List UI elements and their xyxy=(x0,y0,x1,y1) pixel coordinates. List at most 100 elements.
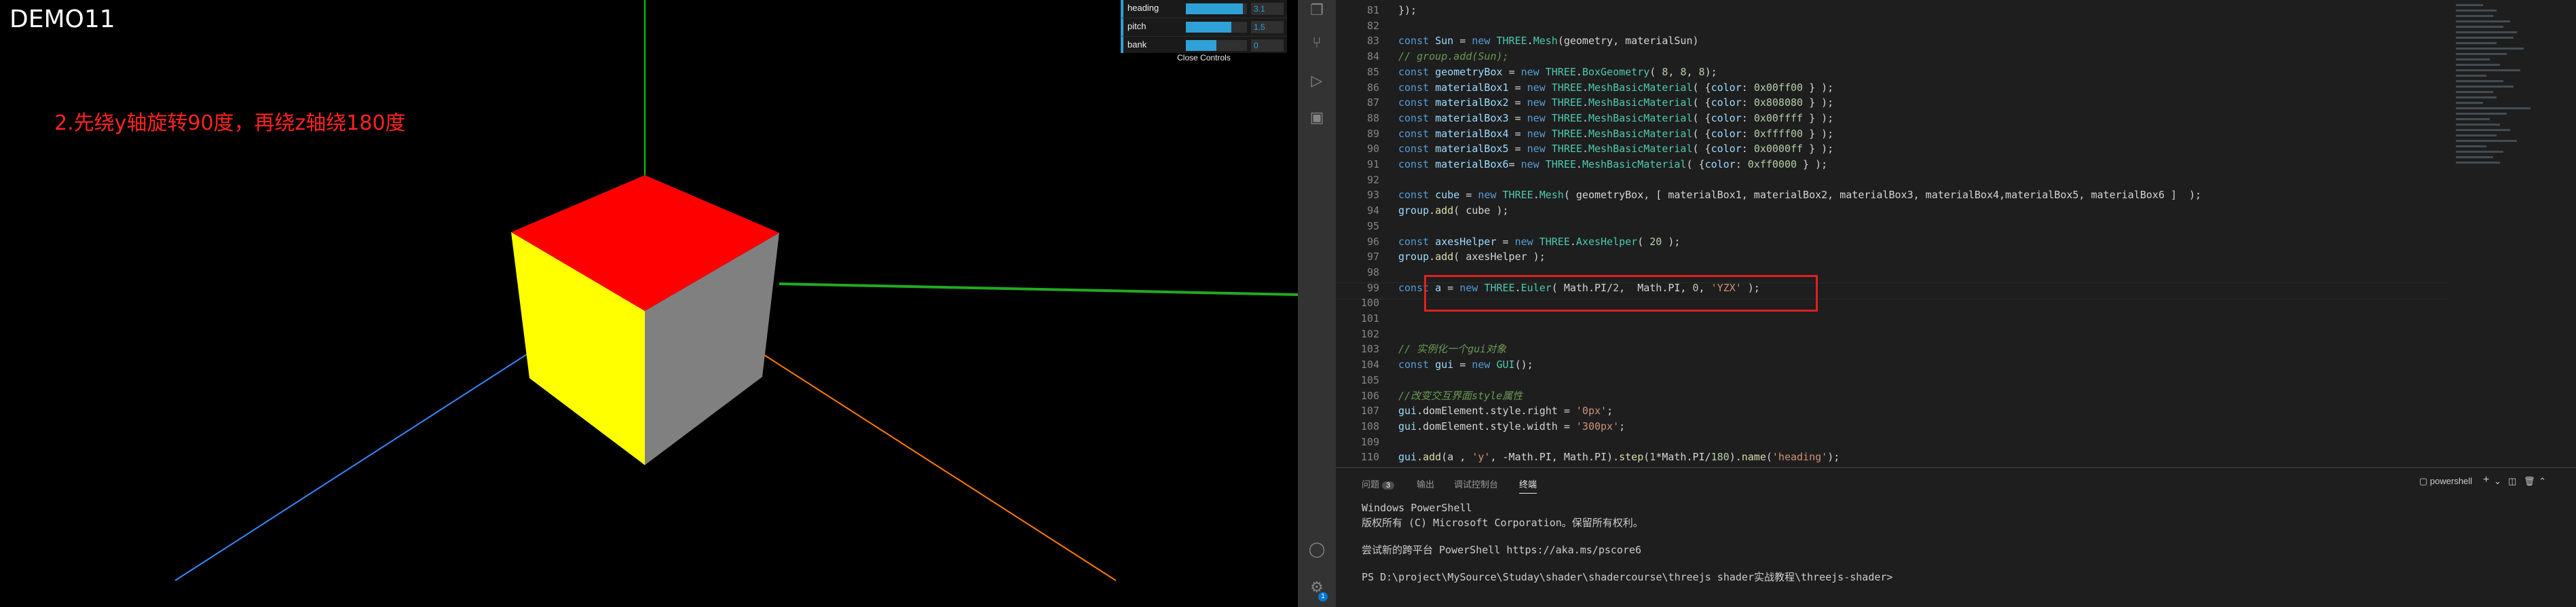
extensions-icon[interactable]: ▣ xyxy=(1307,109,1326,128)
line-number: 103 xyxy=(1360,343,1379,356)
line-number: 100 xyxy=(1360,297,1379,310)
gui-slider[interactable] xyxy=(1186,40,1247,51)
minimap-line xyxy=(2456,80,2503,82)
gui-row-pitch[interactable]: pitch 1.5 xyxy=(1121,18,1287,37)
code-line[interactable]: 102 xyxy=(1336,327,1398,342)
code-line[interactable]: 86 const materialBox1 = new THREE.MeshBas… xyxy=(1336,80,1833,96)
minimap-line xyxy=(2456,48,2524,50)
code-line[interactable]: 100 xyxy=(1336,295,1398,311)
line-number: 81 xyxy=(1366,4,1379,16)
code-line[interactable]: 81}); xyxy=(1336,3,1417,18)
source-control-icon[interactable]: ⑂ xyxy=(1307,34,1326,53)
code-line[interactable]: 109 xyxy=(1336,435,1398,450)
code-line[interactable]: 82 xyxy=(1336,18,1398,34)
line-code: const gui = new GUI(); xyxy=(1398,358,1533,371)
code-line[interactable]: 88 const materialBox3 = new THREE.MeshBas… xyxy=(1336,111,1833,126)
scene-render xyxy=(174,0,1298,581)
trash-icon[interactable]: 🗑 xyxy=(2524,476,2535,487)
line-code: const geometryBox = new THREE.BoxGeometr… xyxy=(1398,65,1717,78)
chevron-down-icon[interactable]: ⌄ xyxy=(2494,476,2501,487)
gui-panel: heading 3.1 pitch 1.5 bank 0 Close Contr… xyxy=(1121,0,1287,64)
code-line[interactable]: 103 // 实例化一个gui对象 xyxy=(1336,342,1506,357)
code-line[interactable]: 84 // group.add(Sun); xyxy=(1336,49,1509,65)
code-line[interactable]: 93 const cube = new THREE.Mesh( geometryB… xyxy=(1336,187,2201,203)
line-number: 110 xyxy=(1360,451,1379,464)
minimap-line xyxy=(2456,15,2493,17)
tab-debug-console[interactable]: 调试控制台 xyxy=(1454,477,1498,490)
line-code: }); xyxy=(1398,4,1417,16)
minimap-line xyxy=(2456,37,2514,39)
vscode-window: ❐ ⑂ ▷ ▣ ◯ ⚙ 1 81}); 82 83 const Sun = new T… xyxy=(1298,0,2576,607)
gui-slider[interactable] xyxy=(1186,22,1247,33)
line-code: const cube = new THREE.Mesh( geometryBox… xyxy=(1398,189,2202,202)
code-line[interactable]: 107 gui.domElement.style.right = '0px'; xyxy=(1336,403,1613,419)
minimap-line xyxy=(2456,134,2497,136)
gui-number-input[interactable]: 3.1 xyxy=(1251,3,1284,15)
minimap-line xyxy=(2456,75,2486,77)
code-line[interactable]: 91 const materialBox6= new THREE.MeshBasi… xyxy=(1336,157,1827,172)
close-controls-button[interactable]: Close Controls xyxy=(1121,53,1287,64)
code-line[interactable]: 110 gui.add(a , 'y', -Math.PI, Math.PI).s… xyxy=(1336,449,1840,465)
gui-row-heading[interactable]: heading 3.1 xyxy=(1121,0,1287,18)
tab-output[interactable]: 输出 xyxy=(1417,477,1434,490)
code-line[interactable]: 89 const materialBox4 = new THREE.MeshBas… xyxy=(1336,126,1833,142)
gui-row-bank[interactable]: bank 0 xyxy=(1121,37,1287,55)
line-code: const materialBox6= new THREE.MeshBasicM… xyxy=(1398,158,1828,170)
account-icon[interactable]: ◯ xyxy=(1307,540,1326,559)
minimap-line xyxy=(2456,118,2490,120)
new-terminal-icon[interactable]: + xyxy=(2483,474,2489,486)
minimap-line xyxy=(2456,53,2507,55)
tab-terminal[interactable]: 终端 xyxy=(1519,477,1537,494)
terminal-line: 尝试新的跨平台 PowerShell https://aka.ms/pscore… xyxy=(1362,544,1642,556)
code-line[interactable]: 98 xyxy=(1336,265,1398,280)
minimap-line xyxy=(2456,10,2497,12)
line-code: //改变交互界面style属性 xyxy=(1398,389,1523,402)
terminal-shell-selector[interactable]: ▢ powershell xyxy=(2419,476,2472,487)
line-code: // group.add(Sun); xyxy=(1398,50,1509,63)
minimap-line xyxy=(2456,124,2500,126)
code-line[interactable]: 90 const materialBox5 = new THREE.MeshBas… xyxy=(1336,141,1833,157)
line-code: // 实例化一个gui对象 xyxy=(1398,343,1507,356)
line-number: 82 xyxy=(1366,19,1379,32)
gui-label: pitch xyxy=(1127,21,1146,31)
code-line[interactable]: 104 const gui = new GUI(); xyxy=(1336,357,1533,373)
chevron-up-icon[interactable]: ⌃ xyxy=(2539,476,2546,487)
minimap-line xyxy=(2456,107,2531,109)
code-line[interactable]: 105 xyxy=(1336,373,1398,388)
split-terminal-icon[interactable]: ◫ xyxy=(2508,476,2516,487)
code-line[interactable]: 87 const materialBox2 = new THREE.MeshBas… xyxy=(1336,95,1833,111)
tab-problems[interactable]: 问题 3 xyxy=(1362,477,1395,490)
files-icon[interactable]: ❐ xyxy=(1307,1,1326,20)
line-number: 107 xyxy=(1360,405,1379,418)
line-code: gui.domElement.style.width = '300px'; xyxy=(1398,420,1626,433)
minimap-line xyxy=(2456,91,2493,93)
minimap-line xyxy=(2456,162,2500,164)
gui-number-input[interactable]: 1.5 xyxy=(1251,21,1284,33)
minimap-line xyxy=(2456,31,2517,33)
code-line[interactable]: 97 group.add( axesHelper ); xyxy=(1336,249,1546,265)
line-number: 84 xyxy=(1366,50,1379,63)
code-line[interactable]: 85 const geometryBox = new THREE.BoxGeome… xyxy=(1336,65,1717,80)
code-line[interactable]: 108 gui.domElement.style.width = '300px'; xyxy=(1336,419,1625,435)
code-line[interactable]: 101 xyxy=(1336,311,1398,327)
gui-slider[interactable] xyxy=(1186,3,1247,14)
code-editor[interactable]: 81}); 82 83 const Sun = new THREE.Mesh(geom… xyxy=(1336,0,2449,467)
minimap-line xyxy=(2456,156,2493,158)
code-line[interactable]: 106 //改变交互界面style属性 xyxy=(1336,388,1523,404)
minimap[interactable] xyxy=(2449,0,2576,467)
code-line[interactable]: 95 xyxy=(1336,219,1398,234)
code-line[interactable]: 83 const Sun = new THREE.Mesh(geometry, m… xyxy=(1336,33,1699,49)
line-number: 104 xyxy=(1360,358,1379,371)
line-number: 108 xyxy=(1360,420,1379,433)
code-line[interactable]: 92 xyxy=(1336,172,1398,188)
code-line[interactable]: 96 const axesHelper = new THREE.AxesHelpe… xyxy=(1336,234,1681,250)
gui-number-input[interactable]: 0 xyxy=(1251,39,1284,52)
highlight-box xyxy=(1424,275,1818,312)
run-debug-icon[interactable]: ▷ xyxy=(1307,72,1326,91)
settings-badge: 1 xyxy=(1318,592,1328,602)
terminal-line: 版权所有 (C) Microsoft Corporation。保留所有权利。 xyxy=(1362,517,1643,529)
minimap-line xyxy=(2456,86,2514,88)
minimap-line xyxy=(2456,58,2490,60)
threejs-canvas[interactable]: DEMO11 2.先绕y轴旋转90度，再绕z轴绕180度 heading 3.1… xyxy=(0,0,1298,607)
code-line[interactable]: 94 group.add( cube ); xyxy=(1336,203,1509,219)
